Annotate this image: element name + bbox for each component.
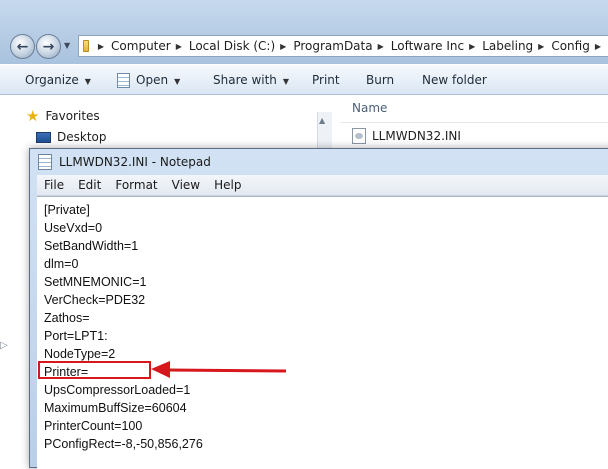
notepad-icon [38,154,52,170]
text-line: PrinterCount=100 [44,419,143,433]
file-name: LLMWDN32.INI [372,129,461,143]
ini-file-icon [352,128,366,144]
chevron-right-icon[interactable]: ▶ [469,42,475,51]
text-line: MaximumBuffSize=60604 [44,401,187,415]
explorer-address-bar: ← → ▼ ▶ Computer ▶ Local Disk (C:) ▶ Progr… [0,0,608,64]
chevron-right-icon[interactable]: ▶ [378,42,384,51]
nav-item-desktop[interactable]: Desktop [26,127,107,147]
annotation-arrow-icon [151,361,287,378]
chevron-right-icon[interactable]: ▶ [280,42,286,51]
new-folder-button[interactable]: New folder [422,65,487,96]
highlight-box [38,361,151,379]
notepad-icon [117,73,130,88]
open-button[interactable]: Open ▼ [117,65,180,96]
text-line: UpsCompressorLoaded=1 [44,383,191,397]
text-line: VerCheck=PDE32 [44,293,146,307]
menu-file[interactable]: File [37,178,71,192]
chevron-down-icon: ▼ [174,77,181,86]
collapse-marker-icon: ▷ [0,340,8,351]
print-button[interactable]: Print [312,65,340,96]
menu-format[interactable]: Format [108,178,164,192]
forward-button[interactable]: → [36,34,61,59]
chevron-right-icon[interactable]: ▶ [595,42,601,51]
breadcrumb-label: Loftware Inc [390,39,465,53]
breadcrumb-item-programdata[interactable]: ProgramData ▶ [293,39,390,53]
column-header-name[interactable]: Name [352,101,387,115]
open-label: Open [136,73,169,87]
notepad-text-area[interactable]: [Private] UseVxd=0 SetBandWidth=1 dlm=0 … [37,196,608,469]
notepad-menu-bar: File Edit Format View Help [37,175,608,196]
notepad-window: LLMWDN32.INI - Notepad File Edit Format … [29,148,608,469]
chevron-down-icon: ▼ [282,77,290,86]
nav-item-favorites[interactable]: ★ Favorites [26,106,100,126]
star-icon: ★ [26,107,40,125]
arrow-shaft [167,368,287,373]
text-line: SetMNEMONIC=1 [44,275,147,289]
breadcrumb[interactable]: ▶ Computer ▶ Local Disk (C:) ▶ ProgramData… [78,35,608,57]
chevron-right-icon[interactable]: ▶ [176,42,182,51]
menu-edit[interactable]: Edit [71,178,108,192]
explorer-command-bar: Organize ▼ Open ▼ Share with ▼ Print Burn N… [0,64,608,95]
nav-label: Favorites [45,109,100,123]
file-item[interactable]: LLMWDN32.INI [352,128,461,144]
text-line: UseVxd=0 [44,221,103,235]
breadcrumb-item-config[interactable]: Config ▶ [551,39,608,53]
nav-label: Desktop [57,130,107,144]
desktop-icon [36,131,51,143]
breadcrumb-item-local-disk[interactable]: Local Disk (C:) ▶ [189,39,293,53]
folder-icon [83,40,89,52]
text-line: dlm=0 [44,257,79,271]
breadcrumb-label: Labeling [482,39,534,53]
breadcrumb-separator[interactable]: ▶ [93,42,111,51]
chevron-right-icon: ▶ [97,41,105,51]
chevron-down-icon: ▼ [84,77,91,86]
share-with-label: Share with [213,73,277,87]
text-line: PConfigRect=-8,-50,856,276 [44,437,203,451]
breadcrumb-item-labeling[interactable]: Labeling ▶ [482,39,551,53]
breadcrumb-item-computer[interactable]: Computer ▶ [111,39,189,53]
burn-button[interactable]: Burn [366,65,394,96]
recent-pages-chevron-icon[interactable]: ▼ [64,41,70,50]
share-with-button[interactable]: Share with ▼ [213,65,289,96]
notepad-title-bar[interactable]: LLMWDN32.INI - Notepad [30,149,608,175]
notepad-title: LLMWDN32.INI - Notepad [59,155,211,169]
chevron-right-icon[interactable]: ▶ [538,42,544,51]
breadcrumb-label: ProgramData [293,39,373,53]
menu-view[interactable]: View [165,178,207,192]
breadcrumb-item-loftware[interactable]: Loftware Inc ▶ [391,39,482,53]
back-arrow-icon: ← [16,38,29,55]
breadcrumb-label: Computer [111,39,171,53]
organize-button[interactable]: Organize ▼ [25,65,91,96]
column-header-divider [340,122,608,123]
arrow-head [151,361,170,378]
text-line: Port=LPT1: [44,329,108,343]
text-line: Zathos= [44,311,90,325]
breadcrumb-label: Local Disk (C:) [188,39,276,53]
text-line: SetBandWidth=1 [44,239,139,253]
menu-help[interactable]: Help [207,178,248,192]
forward-arrow-icon: → [42,38,55,55]
back-button[interactable]: ← [10,34,35,59]
text-line: [Private] [44,203,90,217]
scroll-up-icon[interactable]: ▲ [319,116,325,125]
breadcrumb-label: Config [551,39,590,53]
organize-label: Organize [25,73,79,87]
